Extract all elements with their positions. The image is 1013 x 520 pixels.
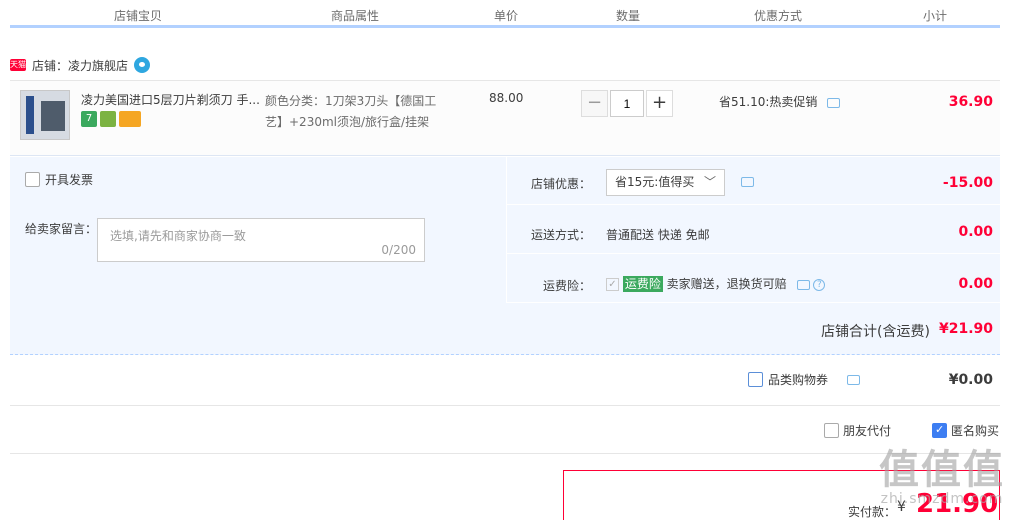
store-name[interactable]: 店铺：凌力旗舰店 (32, 57, 128, 74)
cart-header: 店铺宝贝 商品属性 单价 数量 优惠方式 小计 (10, 0, 1000, 28)
help-icon[interactable]: ? (813, 278, 826, 291)
insurance-amount: 0.00 (958, 276, 993, 292)
coupon-amount: ¥0.00 (948, 372, 993, 388)
store-discount-row: 店铺优惠： 省15元:值得买 ﹀ -15.00 (507, 157, 1001, 205)
header-col-quantity: 数量 (616, 9, 641, 23)
store-discount-selected: 省15元:值得买 (615, 175, 695, 189)
header-col-discount: 优惠方式 (754, 9, 803, 23)
seven-day-return-icon: 7 (81, 111, 97, 127)
coupon-chat-icon[interactable] (847, 374, 861, 385)
product-thumbnail[interactable] (20, 90, 70, 140)
promotion-chat-icon[interactable] (827, 97, 841, 108)
store-discount-amount: -15.00 (942, 175, 993, 191)
store-discount-select[interactable]: 省15元:值得买 ﹀ (606, 169, 725, 196)
service-badges: 7 (81, 111, 141, 127)
chevron-down-icon: ﹀ (703, 175, 716, 189)
header-col-subtotal: 小计 (923, 9, 948, 23)
anonymous-checkbox[interactable] (932, 423, 947, 438)
coupon-label: 品类购物券 (768, 373, 829, 387)
insurance-chat-icon[interactable] (796, 279, 810, 290)
friend-pay-checkbox[interactable] (824, 423, 839, 438)
product-attributes: 颜色分类：1刀架3刀头【德国工艺】+230ml须泡/旅行盒/挂架 (265, 94, 437, 129)
qty-plus-button[interactable]: + (646, 90, 673, 117)
promotion-text: 省51.10:热卖促销 (719, 95, 818, 109)
guarantee-icon (100, 111, 116, 127)
quantity-stepper: − + (581, 90, 673, 117)
invoice-checkbox[interactable] (25, 172, 40, 187)
qty-input[interactable] (610, 90, 644, 117)
insurance-row: 运费险： ✓ 运费险 卖家赠送，退换货可赔 ? 0.00 (507, 255, 1001, 303)
wangwang-chat-icon[interactable] (134, 57, 151, 73)
invoice-option[interactable]: 开具发票 (25, 171, 93, 188)
options-left: 开具发票 给卖家留言： 选填,请先和商家协商一致 0/200 (10, 157, 504, 303)
seller-message-input[interactable]: 选填,请先和商家协商一致 0/200 (97, 218, 425, 262)
invoice-label: 开具发票 (45, 173, 94, 187)
shipping-amount: 0.00 (958, 224, 993, 240)
store-row: 天猫 店铺：凌力旗舰店 (10, 56, 151, 74)
store-discount-label: 店铺优惠： (531, 177, 592, 191)
watermark-url: zhi.smzdm.com (880, 491, 1004, 507)
unit-price: 88.00 (489, 91, 524, 105)
shipping-row: 运送方式： 普通配送 快递 免邮 0.00 (507, 206, 1001, 254)
message-label: 给卖家留言： (25, 222, 98, 236)
options-right: 店铺优惠： 省15元:值得买 ﹀ -15.00 运送方式： 普通配送 快递 免邮… (506, 157, 1001, 303)
product-title[interactable]: 凌力美国进口5层刀片剃须刀 手... (81, 91, 266, 108)
qty-minus-button[interactable]: − (581, 90, 608, 117)
tmall-icon: 天猫 (10, 59, 26, 71)
header-col-attributes: 商品属性 (331, 9, 380, 23)
coupon-option[interactable]: 品类购物券 (748, 371, 861, 388)
coupon-checkbox[interactable] (748, 372, 763, 387)
header-col-unit-price: 单价 (494, 9, 519, 23)
header-col-store-item: 店铺宝贝 (114, 9, 163, 23)
insurance-tag: 运费险 (622, 276, 663, 292)
cart-item: 凌力美国进口5层刀片剃须刀 手... 7 颜色分类：1刀架3刀头【德国工艺】+2… (10, 80, 1000, 156)
credit-card-icon (119, 111, 141, 127)
store-total: 店铺合计(含运费) ¥21.90 (10, 303, 1000, 355)
order-options: 开具发票 给卖家留言： 选填,请先和商家协商一致 0/200 店铺优惠： 省15… (10, 157, 1001, 303)
promotion: 省51.10:热卖促销 (719, 93, 841, 110)
message-counter: 0/200 (381, 243, 416, 257)
insurance-content: ✓ 运费险 卖家赠送，退换货可赔 ? (606, 275, 826, 292)
watermark: 值值值 zhi.smzdm.com (879, 437, 1005, 507)
discount-chat-icon[interactable] (741, 177, 754, 187)
store-total-amount: ¥21.90 (938, 321, 993, 337)
item-subtotal: 36.90 (948, 94, 993, 110)
insurance-label: 运费险： (543, 279, 592, 293)
insurance-check-icon: ✓ (606, 278, 619, 291)
store-total-label: 店铺合计(含运费) (821, 324, 930, 340)
coupon-row: 品类购物券 ¥0.00 (10, 355, 1000, 406)
message-placeholder: 选填,请先和商家协商一致 (110, 229, 246, 243)
pay-options-row: 朋友代付 匿名购买 (10, 406, 1000, 454)
watermark-logo: 值值值 (879, 447, 1005, 493)
shipping-label: 运送方式： (531, 228, 592, 242)
insurance-text: 卖家赠送，退换货可赔 (666, 277, 787, 291)
shipping-value: 普通配送 快递 免邮 (606, 228, 710, 242)
